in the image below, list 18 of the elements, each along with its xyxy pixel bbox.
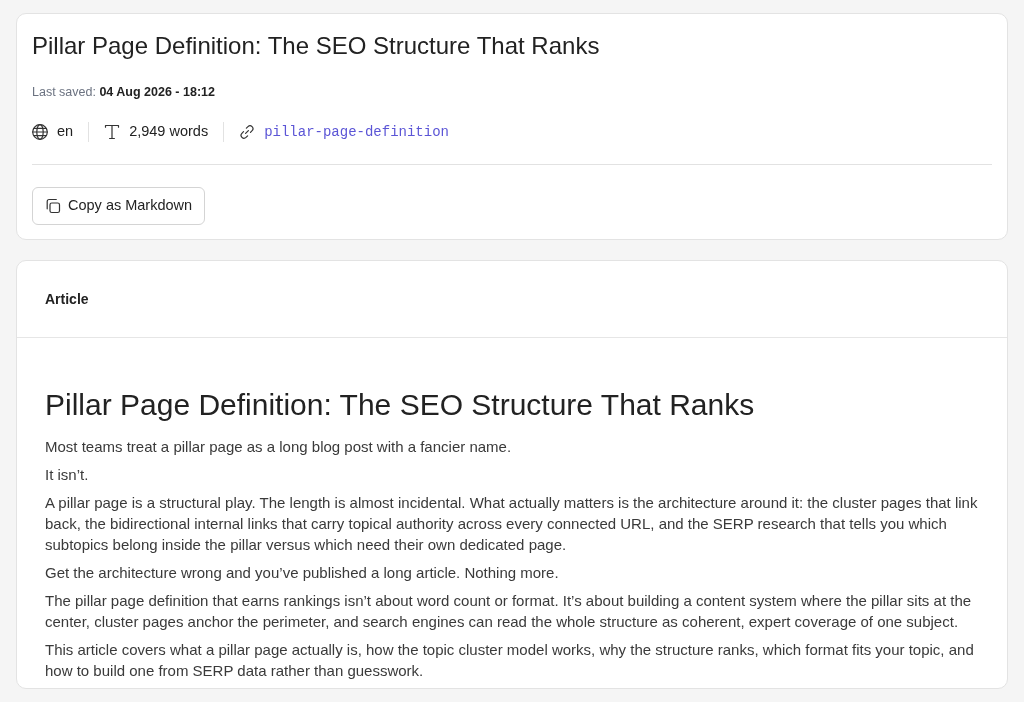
link-icon [239,124,256,140]
copy-icon [45,198,61,214]
language-label: en [57,122,74,142]
slug-link[interactable]: pillar-page-definition [264,121,449,143]
copy-markdown-button[interactable]: Copy as Markdown [32,187,206,225]
article-paragraph: A pillar page is a structural play. The length is almost incidental. What actually matters is the architecture around it: the cluster pages that link back, the bidirectional internal links that carry topical authority across every connected URL, and the SERP research that tells you which subtopics belong inside the pillar versus which need their own dedicated page. [45,493,979,555]
article-paragraph: The pillar page definition that earns rankings isn’t about word count or format. It’s about building a content system where the pillar sits at the center, cluster pages anchor the perimeter, and search engines can read the whole structure as coherent, expert coverage of one subject. [45,591,973,632]
article-paragraph: This article covers what a pillar page actually is, how the topic cluster model works, why the structure ranks, which format fits your topic, and how to build one from SERP data rather than guesswork. [45,640,975,681]
globe-icon [32,124,48,140]
page-title: Pillar Page Definition: The SEO Structure That Ranks [32,31,601,61]
panel-header: Article [17,261,1007,338]
letter-t-icon [104,124,121,140]
article-paragraph: Get the architecture wrong and you’ve published a long article. Nothing more. [45,563,560,583]
article-paragraph: It isn’t. [45,465,90,485]
article-paragraph: Most teams treat a pillar page as a long blog post with a fancier name. [45,437,513,457]
word-count-label: 2,949 words [129,122,209,142]
article-heading: Pillar Page Definition: The SEO Structure That Ranks [45,387,756,423]
last-saved-text: Last saved: 04 Aug 2026 - 18:12 [32,84,216,101]
